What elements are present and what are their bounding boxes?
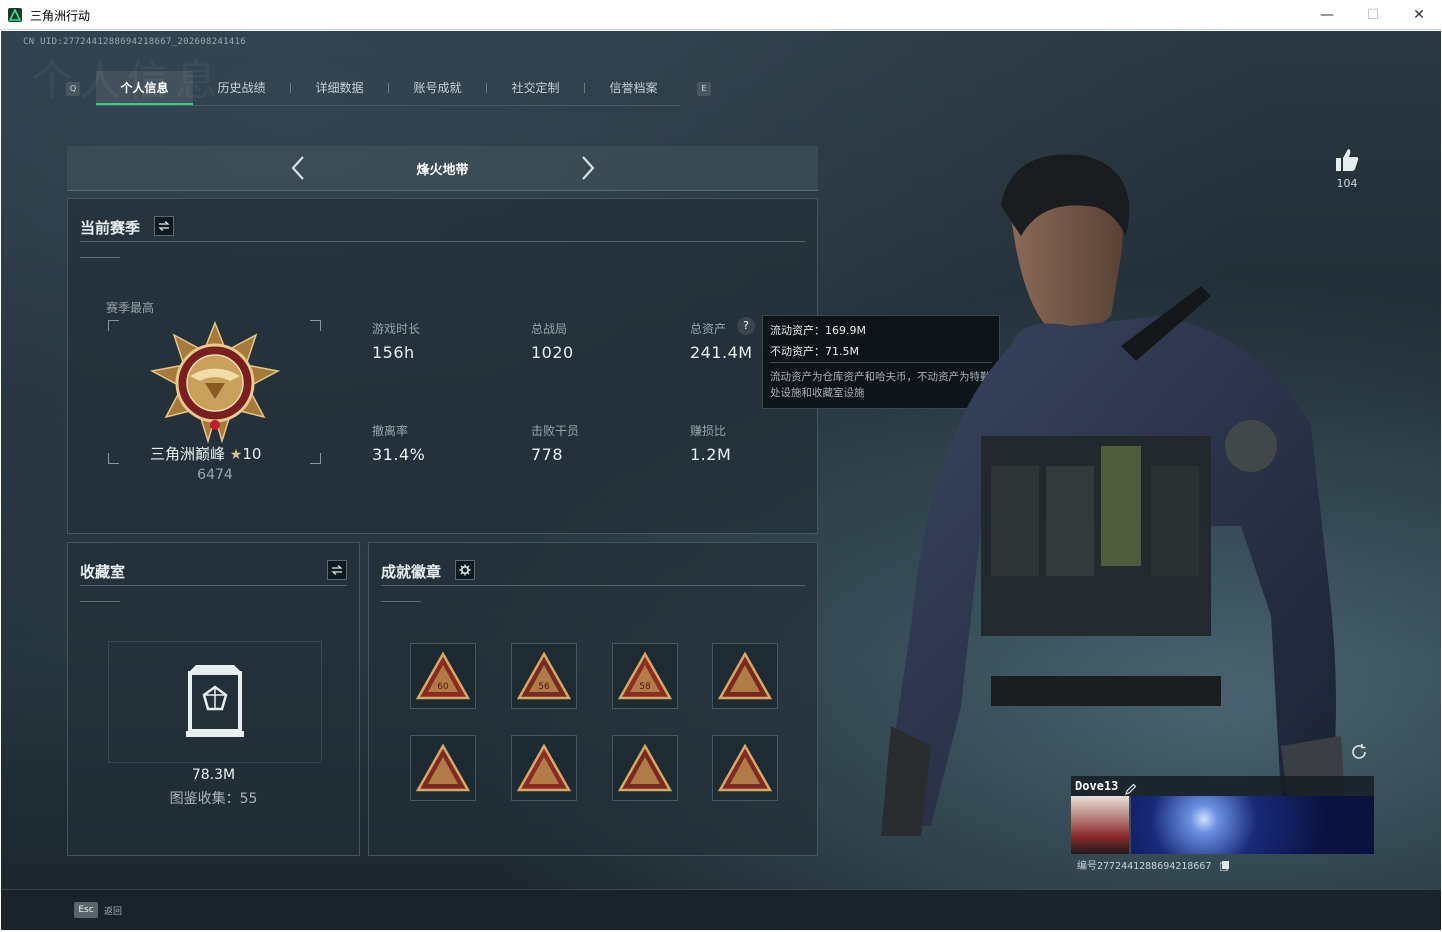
achievements-panel: 成就徽章 60 56 58	[368, 542, 818, 856]
stat-label-kills: 击败干员	[531, 424, 580, 438]
collection-count: 图鉴收集：55	[169, 791, 258, 807]
season-title: 当前赛季	[80, 219, 141, 237]
season-highest-label: 赛季最高	[106, 301, 155, 315]
tab-prev-key[interactable]: Q	[66, 82, 80, 96]
tab-social[interactable]: 社交定制	[487, 71, 584, 105]
collection-panel-header: 收藏室	[80, 555, 347, 586]
stat-value-profit-ratio: 1.2M	[690, 445, 732, 464]
badge-number: 60	[437, 682, 449, 692]
collection-value: 78.3M	[191, 767, 236, 783]
phone-badge-icon[interactable]: 58	[612, 643, 678, 709]
star-icon: ★	[229, 447, 243, 463]
uid-text: CN UID:2772441288694218667_202608241416	[23, 37, 247, 47]
copy-icon[interactable]	[1219, 861, 1230, 872]
footer-bar: Esc 返回	[1, 889, 1441, 930]
maximize-button[interactable]: ☐	[1350, 0, 1396, 30]
stat-value-playtime: 156h	[372, 343, 415, 362]
switch-icon[interactable]	[327, 560, 347, 580]
mode-title: 烽火地带	[416, 163, 469, 178]
close-button[interactable]: ✕	[1396, 0, 1442, 30]
rank-emblem-icon	[149, 320, 281, 445]
rank-name: 三角洲巅峰	[150, 445, 226, 463]
stat-label-extract-rate: 撤离率	[372, 424, 409, 438]
badge-number: 56	[538, 682, 550, 692]
rank-name-line: 三角洲巅峰 ★10	[150, 443, 290, 463]
battery-badge-icon[interactable]	[712, 643, 778, 709]
window-titlebar: 三角洲行动 — ☐ ✕	[0, 0, 1442, 30]
switch-icon[interactable]	[154, 216, 174, 236]
bag-badge-icon[interactable]: 60	[410, 643, 476, 709]
display-case-icon	[184, 663, 246, 739]
soldier-badge-icon[interactable]	[410, 735, 476, 801]
thumbs-up-icon[interactable]	[1334, 147, 1360, 173]
stat-value-kills: 778	[531, 445, 564, 464]
stat-label-assets: 总资产	[690, 322, 727, 336]
minimize-button[interactable]: —	[1304, 0, 1350, 30]
avatar[interactable]	[1071, 796, 1129, 854]
stat-label-playtime: 游戏时长	[372, 322, 421, 336]
like-count: 104	[1336, 177, 1358, 190]
player-id: 编号2772441288694218667	[1077, 861, 1212, 872]
frame-corner	[108, 320, 119, 331]
tab-credit[interactable]: 信誉档案	[585, 71, 682, 105]
help-icon[interactable]: ?	[737, 317, 755, 335]
tab-bar: 个人信息 历史战绩 详细数据 账号成就 社交定制 信誉档案	[96, 71, 681, 106]
season-panel-header: 当前赛季	[80, 211, 805, 242]
squad-badge-icon[interactable]	[712, 735, 778, 801]
stat-value-assets: 241.4M	[690, 343, 753, 362]
pencil-icon[interactable]	[1125, 780, 1137, 795]
collection-title: 收藏室	[80, 563, 126, 581]
stat-value-matches: 1020	[531, 343, 574, 362]
prone-badge-icon[interactable]	[612, 735, 678, 801]
back-label[interactable]: 返回	[104, 904, 122, 917]
stat-label-matches: 总战局	[531, 322, 568, 336]
tab-achievements[interactable]: 账号成就	[389, 71, 486, 105]
tooltip-liquid-assets: 流动资产：169.9M	[770, 324, 866, 337]
rank-score: 6474	[197, 467, 233, 483]
mode-next-arrow-icon[interactable]	[573, 154, 601, 182]
rank-stars: 10	[242, 445, 262, 463]
achievements-panel-header: 成就徽章	[381, 555, 805, 586]
achievements-title: 成就徽章	[381, 563, 442, 581]
stat-value-extract-rate: 31.4%	[372, 445, 426, 464]
crown-badge-icon[interactable]: 56	[511, 643, 577, 709]
collection-panel[interactable]: 收藏室 78.3M 图鉴收集：55	[67, 542, 360, 856]
app-icon	[8, 8, 22, 22]
window-title: 三角洲行动	[30, 9, 91, 23]
frame-corner	[310, 453, 321, 464]
tooltip-fixed-assets: 不动资产：71.5M	[770, 345, 859, 358]
tab-history[interactable]: 历史战绩	[193, 71, 290, 105]
player-id-line: 编号2772441288694218667	[1077, 857, 1230, 872]
profile-banner-image	[1131, 796, 1374, 854]
divider	[80, 601, 120, 602]
frame-corner	[310, 320, 321, 331]
divider	[381, 601, 421, 602]
season-panel: 当前赛季 赛季最高 三角洲巅峰 ★10 6474 游戏时长 156h 总战局 1…	[67, 198, 818, 534]
tab-profile[interactable]: 个人信息	[96, 71, 193, 105]
game-viewport: 个人信息 CN UID:2772441288694218667_20260824…	[1, 31, 1441, 930]
stat-label-profit-ratio: 赚损比	[690, 424, 727, 438]
mode-selector: 烽火地带	[67, 146, 818, 191]
divider	[80, 257, 120, 258]
frame-corner	[108, 453, 119, 464]
esc-key[interactable]: Esc	[74, 902, 98, 918]
badge-number: 58	[639, 682, 651, 692]
player-card[interactable]: Dove13	[1071, 776, 1374, 858]
tab-next-key[interactable]: E	[697, 82, 711, 96]
tab-details[interactable]: 详细数据	[291, 71, 388, 105]
player-name: Dove13	[1075, 779, 1119, 793]
refresh-icon[interactable]	[1350, 743, 1368, 761]
boots-badge-icon[interactable]	[511, 735, 577, 801]
gear-icon[interactable]	[455, 560, 475, 580]
